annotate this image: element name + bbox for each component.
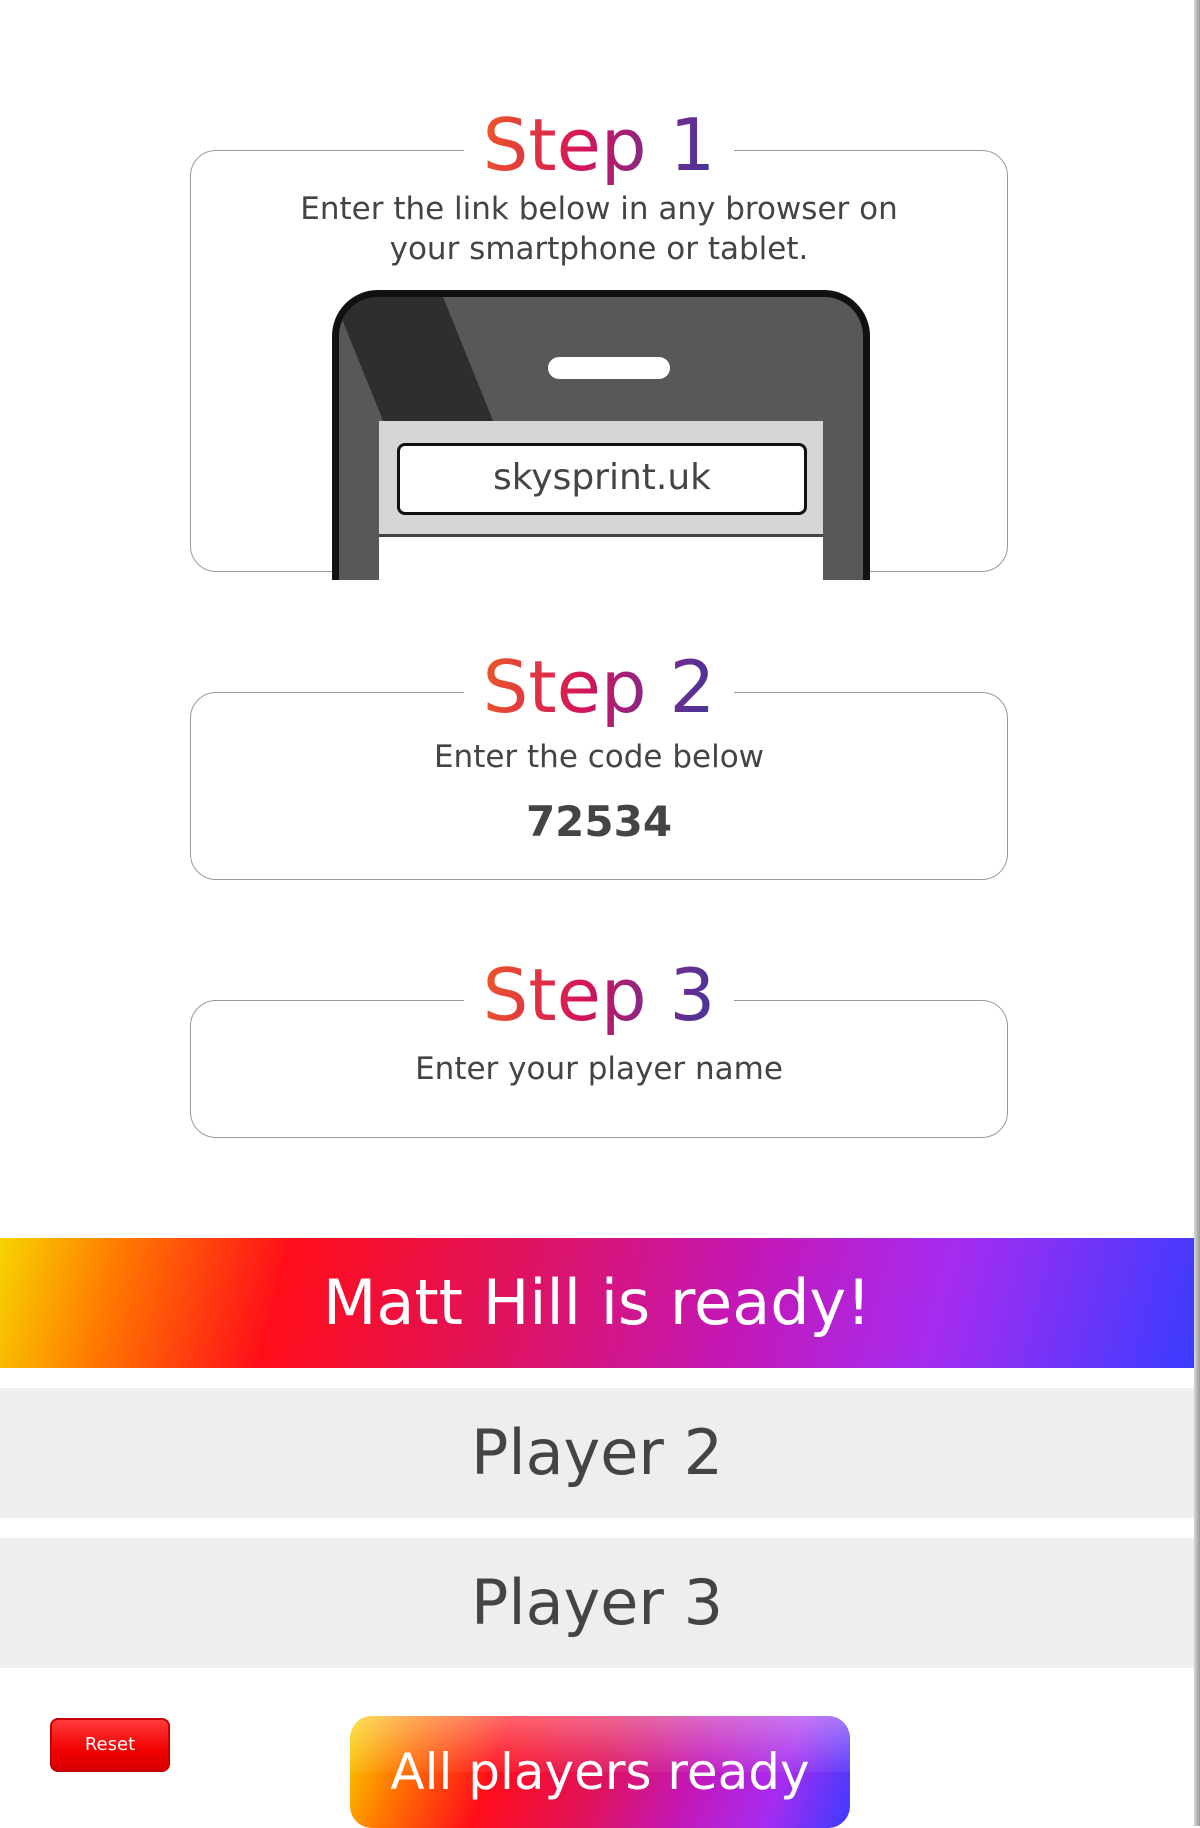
phone-screen: skysprint.uk — [379, 421, 823, 580]
step-1-text-line-1: Enter the link below in any browser on — [300, 191, 898, 227]
step-1-instructions: Enter the link below in any browser on y… — [191, 189, 1007, 269]
all-players-ready-label: All players ready — [390, 1743, 810, 1801]
all-players-ready-button[interactable]: All players ready — [350, 1716, 850, 1828]
phone-body: skysprint.uk — [332, 290, 870, 580]
phone-speaker — [548, 357, 670, 379]
page-scrollbar[interactable] — [1194, 0, 1200, 1826]
step-2-panel: Step 2 Enter the code below 72534 — [190, 645, 1008, 880]
player-slot-2: Player 2 — [0, 1388, 1194, 1518]
phone-url-text: skysprint.uk — [397, 443, 807, 515]
join-code: 72534 — [525, 797, 673, 846]
step-3-instructions: Enter your player name — [415, 1051, 783, 1087]
reset-button[interactable]: Reset — [50, 1718, 170, 1772]
player-slot-3: Player 3 — [0, 1538, 1194, 1668]
phone-url-bar: skysprint.uk — [379, 421, 823, 537]
step-3-title: Step 3 — [459, 953, 740, 1037]
step-3-panel: Step 3 Enter your player name — [190, 953, 1008, 1138]
step-2-title: Step 2 — [459, 645, 740, 729]
step-1-text-line-2: your smartphone or tablet. — [389, 231, 809, 267]
player-slot-1: Matt Hill is ready! — [0, 1238, 1194, 1368]
step-2-instructions: Enter the code below — [433, 739, 765, 775]
smartphone-illustration-icon: skysprint.uk — [332, 290, 870, 580]
step-1-title: Step 1 — [459, 103, 740, 187]
